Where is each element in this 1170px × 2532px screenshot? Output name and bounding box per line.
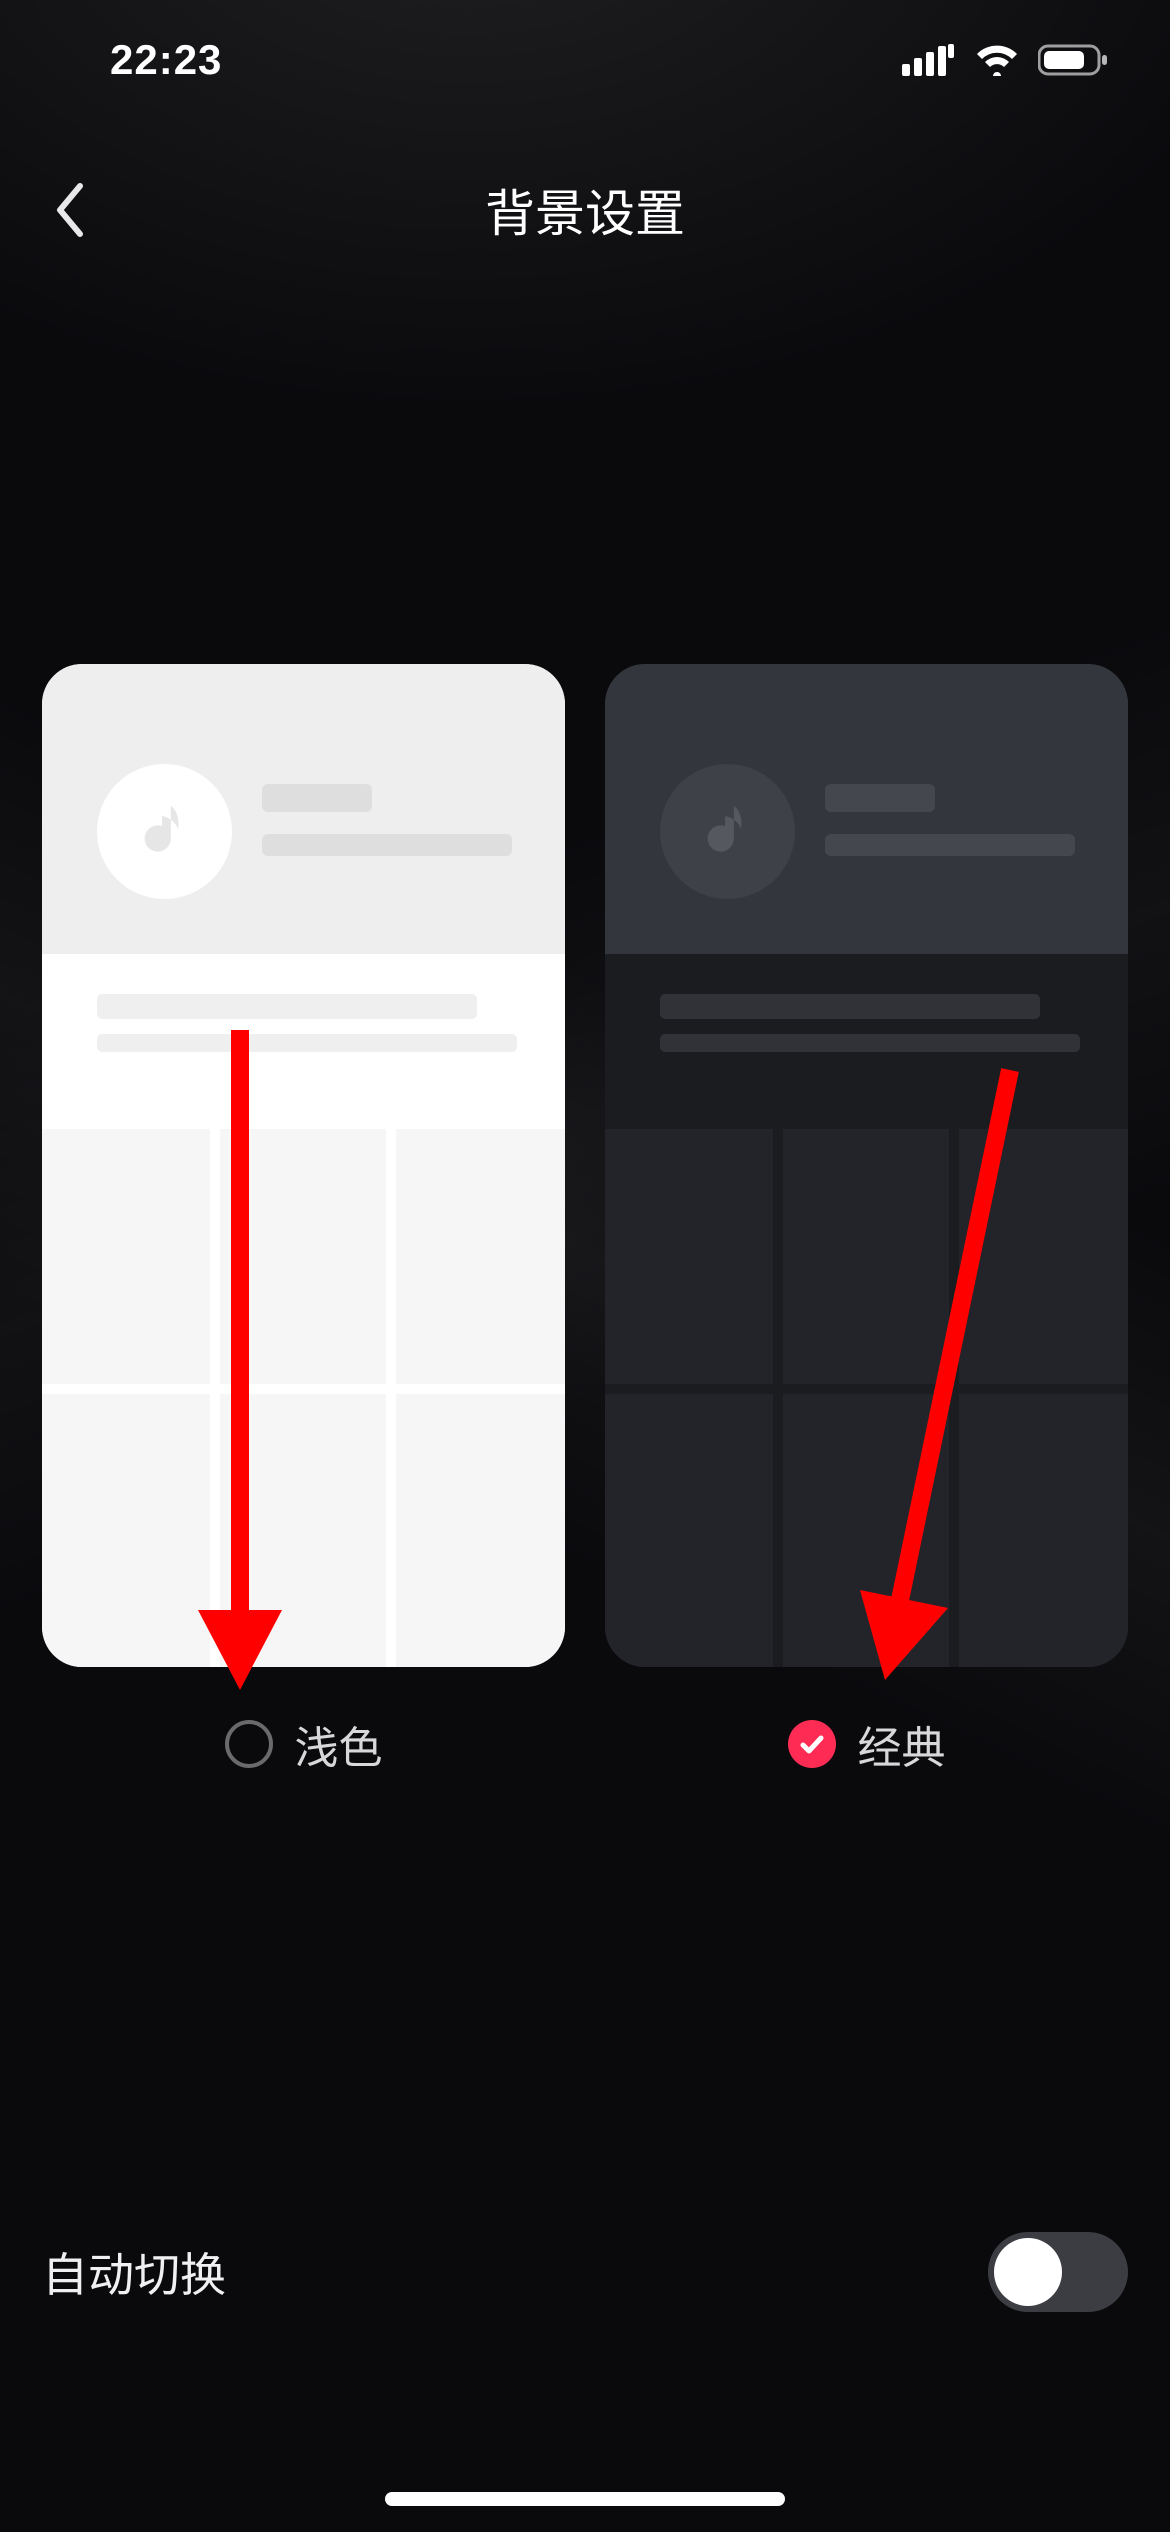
preview-placeholder [660,1034,1080,1052]
theme-labels-row: 浅色 经典 [42,1712,1128,1776]
music-note-icon [660,764,795,899]
theme-options-row [42,664,1128,1667]
auto-switch-row: 自动切换 [42,2212,1128,2332]
theme-label-text: 浅色 [295,1712,383,1776]
status-bar: 22:23 [0,0,1170,120]
radio-unchecked-icon [225,1720,273,1768]
battery-icon [1038,43,1110,77]
theme-option-light[interactable] [42,664,565,1667]
auto-switch-toggle[interactable] [988,2232,1128,2312]
preview-grid [605,1119,1128,1667]
preview-desc [42,954,565,1119]
preview-placeholder [825,834,1075,856]
nav-header: 背景设置 [0,150,1170,270]
preview-grid [42,1119,565,1667]
status-indicators [902,43,1110,77]
chevron-left-icon [52,180,88,240]
preview-placeholder [97,1034,517,1052]
page-title: 背景设置 [485,174,685,246]
preview-placeholder [97,994,477,1019]
wifi-icon [974,44,1020,76]
theme-label-text: 经典 [858,1712,946,1776]
preview-placeholder [262,834,512,856]
toggle-knob [994,2238,1062,2306]
preview-header [42,664,565,954]
radio-checked-icon [788,1720,836,1768]
auto-switch-label: 自动切换 [42,2239,226,2305]
preview-placeholder [660,994,1040,1019]
preview-desc [605,954,1128,1119]
back-button[interactable] [40,180,100,240]
preview-placeholder [825,784,935,812]
status-time: 22:23 [110,36,222,84]
preview-placeholder [262,784,372,812]
theme-radio-light[interactable]: 浅色 [42,1712,565,1776]
cellular-icon [902,44,956,76]
theme-option-classic[interactable] [605,664,1128,1667]
music-note-icon [97,764,232,899]
home-indicator[interactable] [385,2492,785,2506]
preview-header [605,664,1128,954]
theme-radio-classic[interactable]: 经典 [605,1712,1128,1776]
